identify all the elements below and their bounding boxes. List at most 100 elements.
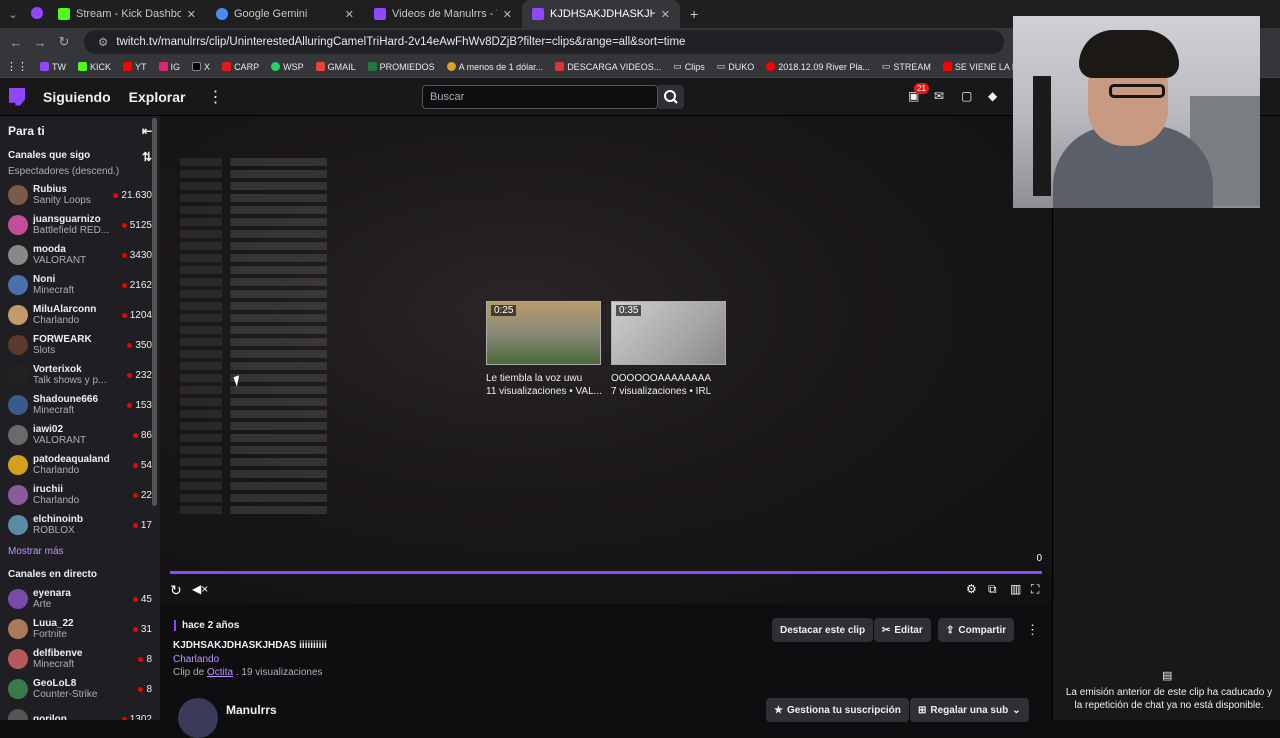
bookmark-kick[interactable]: KICK [78,62,111,72]
viewer-count: 350 [127,340,152,351]
tab-gemini[interactable]: Google Gemini ✕ [206,0,364,28]
forward-icon[interactable]: → [28,35,52,50]
search-button[interactable] [658,85,684,109]
close-icon[interactable]: ✕ [661,8,670,21]
clip-thumbnail[interactable]: 0:25 [486,301,601,365]
channel-info: iawi02 VALORANT [33,424,133,446]
whispers-icon[interactable]: ✉ [934,89,944,103]
clip-thumbnail[interactable]: 0:35 [611,301,726,365]
close-icon[interactable]: ✕ [503,8,512,21]
folder-icon: ▭ [716,61,726,71]
show-more-link[interactable]: Mostrar más [0,540,160,563]
recommended-clip[interactable]: 0:35 OOOOOOAAAAAAAA 7 visualizaciones • … [611,301,726,397]
nav-explore[interactable]: Explorar [129,89,186,105]
clip-title[interactable]: OOOOOOAAAAAAAA [611,373,726,384]
channel-name: iawi02 [33,424,64,435]
viewer-count: 3430 [121,250,152,261]
bookmark-ig[interactable]: IG [158,62,180,72]
bookmark-promiedos[interactable]: PROMIEDOS [367,62,435,72]
sidebar-channel[interactable]: FORWEARK Slots 350 [0,330,160,360]
apps-icon[interactable]: ⋮⋮ [6,60,28,73]
sidebar-channel[interactable]: Luua_22 Fortnite 31 [0,614,160,644]
webcam-overlay [1013,16,1260,208]
mute-icon[interactable]: ◀× [192,582,208,596]
back-icon[interactable]: ← [4,35,28,50]
bookmark-river[interactable]: 2018.12.09 River Pla... [766,62,870,72]
search-input[interactable]: Buscar [422,85,658,109]
more-menu-icon[interactable]: ⋮ [207,87,223,107]
fullscreen-icon[interactable]: ⛶ [1031,582,1039,597]
channel-avatar[interactable] [178,698,218,738]
sidebar-channel[interactable]: gorilon 1302 [0,704,160,720]
activity-icon[interactable]: ▢ [961,89,972,103]
sidebar-scrollbar[interactable] [152,118,157,506]
clip-icon[interactable]: ⧉ [988,582,997,597]
theater-mode-icon[interactable]: ▥ [1010,582,1021,596]
sidebar-channel[interactable]: iruchii Charlando 22 [0,480,160,510]
channel-name[interactable]: Manulrrs [226,703,277,717]
profile-icon[interactable] [26,6,48,22]
tab-search-icon[interactable]: ⌄ [0,8,26,21]
bookmark-gmail[interactable]: GMAIL [315,62,356,72]
url-field[interactable]: ⚙ twitch.tv/manulrrs/clip/UninterestedAll… [84,30,1004,54]
bookmark-folder-stream[interactable]: ▭ STREAM [882,61,931,72]
sidebar-channel[interactable]: Vorterixok Talk shows y p... 232 [0,360,160,390]
bookmark-descarga[interactable]: DESCARGA VIDEOS... [555,62,661,72]
tab-clip-active[interactable]: KJDHSAKJDHASKJHDAS iiiiiiiiii✕ [522,0,680,28]
reload-icon[interactable]: ↻ [52,34,76,50]
tab-twitch-videos[interactable]: Videos de Manulrrs - Twitch✕ [364,0,522,28]
collapse-sidebar-icon[interactable]: ⇤ [142,124,152,138]
manage-subscription-button[interactable]: ★ Gestiona tu suscripción [766,698,909,722]
sidebar-channel[interactable]: eyenara Arte 45 [0,584,160,614]
viewer-count: 54 [132,460,152,471]
highlight-clip-button[interactable]: Destacar este clip [772,618,874,642]
sort-icon[interactable]: ⇅ [142,150,152,164]
tab-kick-dashboard[interactable]: Stream - Kick Dashboard✕ [48,0,206,28]
bookmark-dolar[interactable]: A menos de 1 dólar... [446,62,543,72]
sidebar-channel[interactable]: juansguarnizo Battlefield RED... 5125 [0,210,160,240]
twitch-logo-icon[interactable] [9,87,25,106]
bookmark-carp[interactable]: CARP [222,62,259,72]
sidebar-channel[interactable]: Rubius Sanity Loops 21.630 [0,180,160,210]
sidebar-channel[interactable]: iawi02 VALORANT 86 [0,420,160,450]
recommended-clip[interactable]: 0:25 Le tiembla la voz uwu 11 visualizac… [486,301,602,397]
clip-title-heading: KJDHSAKJDHASKJHDAS iiiiiiiiii [173,640,327,651]
settings-icon[interactable]: ⚙ [966,582,977,596]
progress-bar[interactable] [170,571,1042,574]
close-icon[interactable]: ✕ [345,8,354,21]
sidebar-channel[interactable]: delfibenve Minecraft 8 [0,644,160,674]
gemini-icon [216,8,228,20]
channel-name: GeoLoL8 [33,678,77,689]
replay-icon[interactable]: ↻ [170,582,182,599]
bookmark-folder-duko[interactable]: ▭ DUKO [717,61,755,72]
channel-name: eyenara [33,588,71,599]
nav-following[interactable]: Siguiendo [43,89,111,105]
sidebar-channel[interactable]: elchinoinb ROBLOX 17 [0,510,160,540]
site-info-icon[interactable]: ⚙ [98,35,108,49]
close-icon[interactable]: ✕ [187,8,196,21]
more-options-icon[interactable]: ⋮ [1026,622,1039,638]
bits-icon[interactable]: ◆ [988,89,997,103]
gift-sub-button[interactable]: ⊞ Regalar una sub ⌄ [910,698,1029,722]
clip-meta: 7 visualizaciones • IRL [611,386,712,397]
sidebar-channel[interactable]: mooda VALORANT 3430 [0,240,160,270]
clip-category[interactable]: Charlando [173,654,219,665]
sidebar-channel[interactable]: patodeaqualand Charlando 54 [0,450,160,480]
clip-title[interactable]: Le tiembla la voz uwu [486,373,601,384]
sidebar-channel[interactable]: Shadoune666 Minecraft 153 [0,390,160,420]
video-player[interactable]: 0:25 Le tiembla la voz uwu 11 visualizac… [160,116,1052,604]
bookmark-x[interactable]: X [192,62,210,72]
bookmark-tw[interactable]: TW [40,62,66,72]
new-tab-icon[interactable]: + [690,6,698,22]
clipper-link[interactable]: Octita [207,667,233,678]
sidebar-channel[interactable]: MiluAlarconn Charlando 1204 [0,300,160,330]
live-dot-icon [121,282,127,288]
avatar [8,185,28,205]
sidebar-channel[interactable]: GeoLoL8 Counter-Strike 8 [0,674,160,704]
sidebar-channel[interactable]: Noni Minecraft 2162 [0,270,160,300]
bookmark-wsp[interactable]: WSP [271,62,304,72]
bookmark-yt[interactable]: YT [123,62,147,72]
edit-button[interactable]: ✂ Editar [874,618,931,642]
bookmark-folder-clips[interactable]: ▭ Clips [673,61,705,72]
share-button[interactable]: ⇪ Compartir [938,618,1015,642]
